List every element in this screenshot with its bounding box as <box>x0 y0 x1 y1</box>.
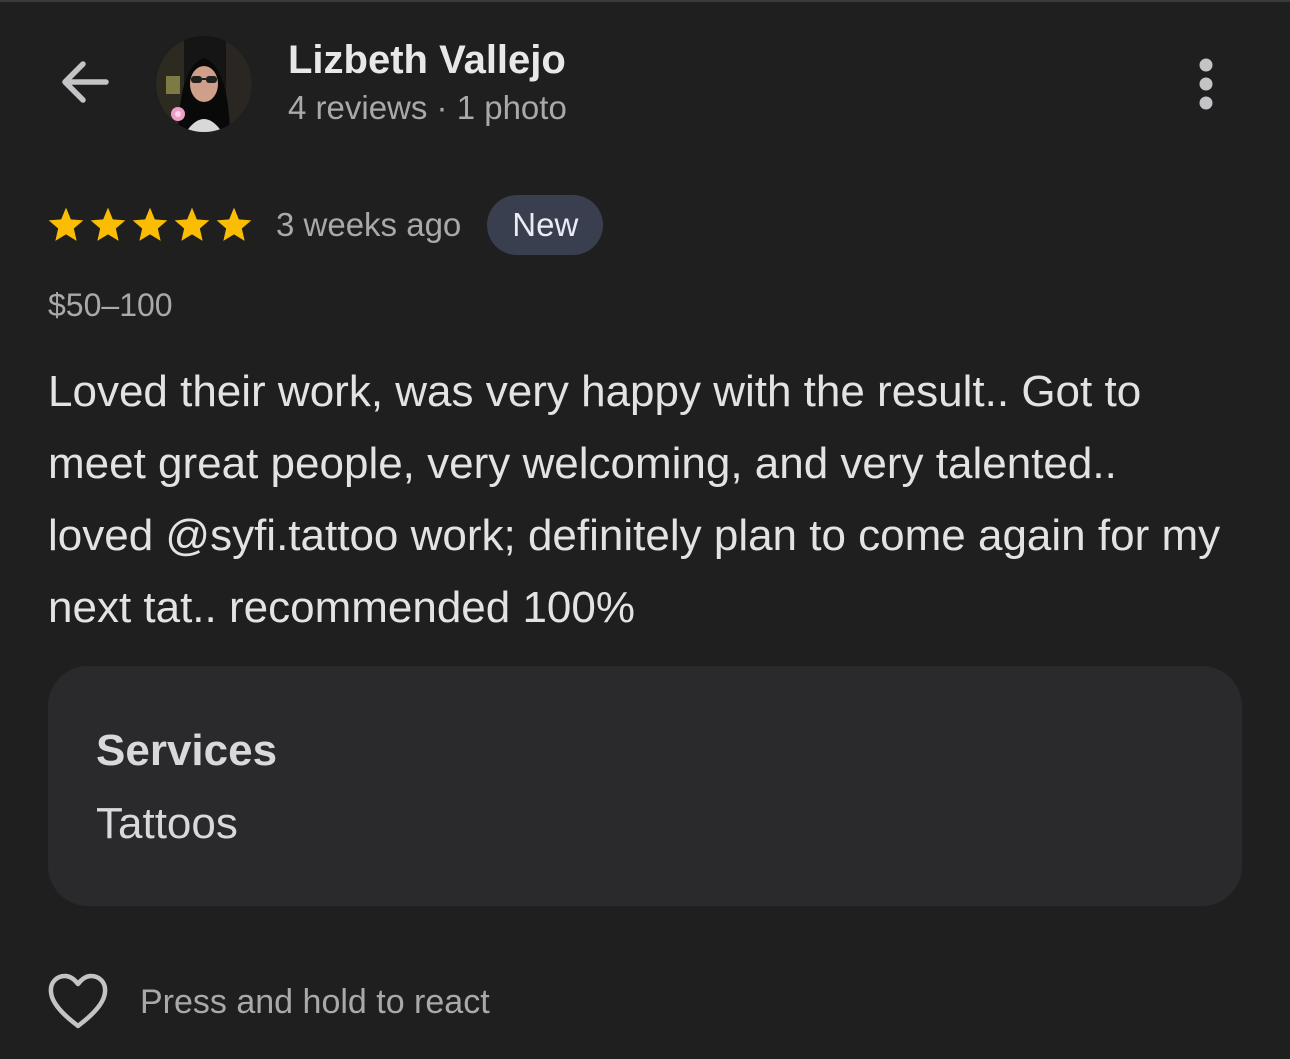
review-date: 3 weeks ago <box>276 206 462 243</box>
heart-outline-icon <box>48 973 108 1029</box>
star-icon <box>90 207 126 241</box>
services-title: Services <box>96 726 278 775</box>
reviewer-name[interactable]: Lizbeth Vallejo <box>288 38 566 83</box>
react-label: Press and hold to react <box>140 982 490 1021</box>
reviewer-stats: 4 reviews · 1 photo <box>288 89 567 126</box>
price-range: $50–100 <box>48 287 173 323</box>
star-icon <box>132 207 168 241</box>
new-badge: New <box>487 195 604 255</box>
back-button[interactable] <box>50 48 118 116</box>
avatar-image <box>156 36 252 132</box>
services-value: Tattoos <box>96 799 238 848</box>
star-icon <box>174 207 210 241</box>
star-icon <box>48 207 84 241</box>
star-rating <box>46 205 254 245</box>
more-vertical-icon <box>1199 58 1213 110</box>
more-options-button[interactable] <box>1180 54 1232 114</box>
star-icon <box>216 207 252 241</box>
review-text: Loved their work, was very happy with th… <box>48 367 1221 632</box>
avatar[interactable] <box>156 36 252 132</box>
services-card: Services Tattoos <box>48 666 1242 906</box>
react-button[interactable]: Press and hold to react <box>46 970 490 1034</box>
top-divider <box>0 0 1290 2</box>
arrow-back-icon <box>62 61 109 103</box>
rating-row: 3 weeks ago New <box>46 195 604 255</box>
